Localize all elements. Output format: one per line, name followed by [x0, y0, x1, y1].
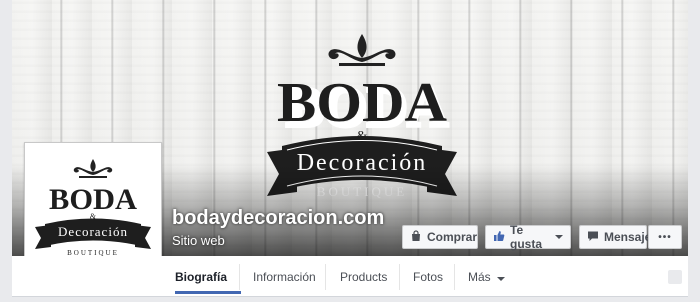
tab-mas[interactable]: Más: [468, 270, 505, 284]
page-tabs: Biografía Información Products Fotos Más: [12, 256, 688, 297]
message-button[interactable]: Mensaje: [579, 225, 651, 249]
buy-label: Comprar: [427, 230, 478, 244]
active-tab-indicator: [175, 291, 241, 294]
tab-fotos[interactable]: Fotos: [413, 270, 443, 284]
ornament-icon: [73, 159, 113, 178]
thumbs-up-icon: [493, 230, 505, 245]
speech-bubble-icon: [587, 230, 599, 245]
chevron-down-icon: [496, 277, 505, 281]
facebook-page-header: BODA BODA & Decoración BOUTIQUE: [0, 0, 700, 302]
tab-divider: [325, 264, 326, 290]
buy-button[interactable]: Comprar: [402, 225, 478, 249]
message-label: Mensaje: [604, 230, 652, 244]
more-options-button[interactable]: •••: [648, 225, 682, 249]
tab-informacion[interactable]: Información: [253, 270, 316, 284]
svg-text:BOUTIQUE: BOUTIQUE: [317, 184, 407, 199]
more-options-label: •••: [658, 231, 672, 243]
svg-text:BODA: BODA: [277, 72, 448, 134]
page-name[interactable]: bodaydecoracion.com: [172, 207, 384, 230]
page-category[interactable]: Sitio web: [172, 233, 225, 248]
chevron-down-icon: [555, 235, 563, 239]
shopping-bag-icon: [410, 229, 422, 245]
tab-products[interactable]: Products: [340, 270, 387, 284]
collapse-icon[interactable]: [668, 270, 682, 284]
tab-divider: [399, 264, 400, 290]
tab-mas-label: Más: [468, 270, 491, 284]
tab-divider: [239, 264, 240, 290]
boda-logo-large: BODA BODA & Decoración BOUTIQUE: [267, 34, 457, 199]
cover-logo: BODA BODA & Decoración BOUTIQUE: [227, 0, 497, 215]
ornament-icon: [328, 34, 396, 66]
like-label: Te gusta: [510, 223, 543, 251]
svg-text:Decoración: Decoración: [58, 224, 128, 239]
tab-biografia[interactable]: Biografía: [175, 270, 227, 284]
like-button[interactable]: Te gusta: [485, 223, 571, 251]
tab-divider: [454, 264, 455, 290]
svg-text:Decoración: Decoración: [297, 150, 428, 176]
